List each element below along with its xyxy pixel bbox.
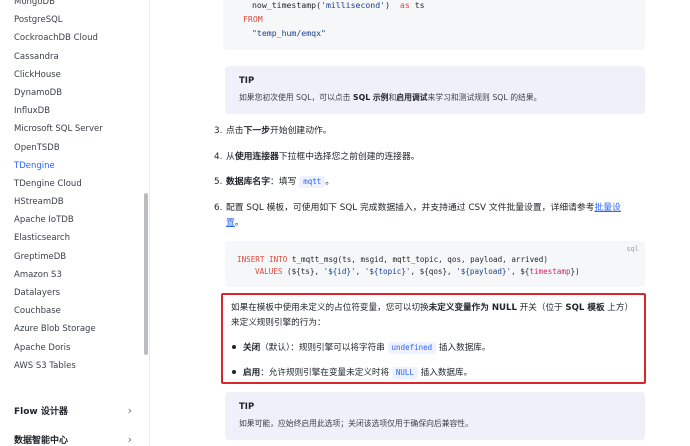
sidebar-item-couchbase[interactable]: Couchbase — [14, 302, 103, 320]
sidebar-item-dynamodb[interactable]: DynamoDB — [14, 84, 103, 102]
batch-settings-link[interactable]: 批量设 — [594, 203, 620, 213]
callout-bullet-on: 启用：允许规则引擎在变量未定义时将 NULL 插入数据库。 — [232, 366, 472, 380]
code-line: "temp_hum/emqx" — [252, 28, 326, 38]
sidebar-scrollbar[interactable] — [144, 193, 148, 355]
code-line: VALUES (${ts}, '${id}', '${topic}', ${qo… — [255, 267, 580, 276]
sidebar-item-opentsdb[interactable]: OpenTSDB — [14, 139, 103, 157]
tip-title: TIP — [239, 402, 255, 412]
tip-body: 如果可能，应始终启用此选项；关闭该选项仅用于确保向后兼容性。 — [239, 419, 473, 428]
step-5: 5. 数据库名字：填写 mqtt。 — [214, 176, 335, 188]
main-content: now_timestamp('millisecond') as ts FROM … — [151, 0, 690, 446]
inline-code-mqtt: mqtt — [299, 176, 326, 188]
sidebar-item-cassandra[interactable]: Cassandra — [14, 48, 103, 66]
tip-title: TIP — [239, 76, 255, 86]
sidebar-item-influxdb[interactable]: InfluxDB — [14, 102, 103, 120]
sidebar-item-azure-blob-storage[interactable]: Azure Blob Storage — [14, 320, 103, 338]
sidebar-group-data-intelligence[interactable]: 数据智能中心 › — [14, 430, 132, 446]
sidebar-item-amazon-s3[interactable]: Amazon S3 — [14, 266, 103, 284]
sidebar-item-tdengine-cloud[interactable]: TDengine Cloud — [14, 175, 103, 193]
callout-paragraph: 如果在模板中使用未定义的占位符变量，您可以切换未定义变量作为 NULL 开关（位… — [231, 303, 634, 313]
sidebar-item-greptimedb[interactable]: GreptimeDB — [14, 248, 103, 266]
highlighted-callout: 如果在模板中使用未定义的占位符变量，您可以切换未定义变量作为 NULL 开关（位… — [221, 293, 646, 384]
step-3: 3. 点击下一步开始创建动作。 — [214, 126, 332, 136]
sidebar-item-clickhouse[interactable]: ClickHouse — [14, 66, 103, 84]
code-line: INSERT INTO t_mqtt_msg(ts, msgid, mqtt_t… — [237, 255, 548, 264]
sidebar-item-apache-iotdb[interactable]: Apache IoTDB — [14, 211, 103, 229]
step-4: 4. 从使用连接器下拉框中选择您之前创建的连接器。 — [214, 152, 420, 162]
tip-body: 如果您初次使用 SQL，可以点击 SQL 示例和启用调试来学习和测试规则 SQL… — [239, 93, 542, 102]
code-line: FROM — [243, 14, 263, 24]
sidebar-item-apache-doris[interactable]: Apache Doris — [14, 339, 103, 357]
sidebar-group-flow-designer[interactable]: Flow 设计器 › — [14, 401, 132, 419]
code-block-insert-sql: sql INSERT INTO t_mqtt_msg(ts, msgid, mq… — [225, 241, 645, 287]
sidebar-item-tdengine[interactable]: TDengine — [14, 157, 103, 175]
callout-bullet-off: 关闭（默认）：规则引擎可以将字符串 undefined 插入数据库。 — [232, 341, 490, 355]
sidebar-item-elasticsearch[interactable]: Elasticsearch — [14, 229, 103, 247]
sidebar-list: MongoDB PostgreSQL CockroachDB Cloud Cassan… — [14, 0, 103, 375]
sidebar: MongoDB PostgreSQL CockroachDB Cloud Cassan… — [0, 0, 150, 446]
chevron-right-icon: › — [127, 403, 132, 417]
chevron-right-icon: › — [127, 432, 132, 446]
code-line: now_timestamp('millisecond') as ts — [252, 0, 425, 10]
sidebar-item-cockroachdb-cloud[interactable]: CockroachDB Cloud — [14, 29, 103, 47]
bullet-icon — [232, 369, 236, 374]
sidebar-item-hstreamdb[interactable]: HStreamDB — [14, 193, 103, 211]
step-6: 6. 配置 SQL 模板，可使用如下 SQL 完成数据插入，并支持通过 CSV 文… — [214, 203, 621, 213]
sidebar-item-mongodb[interactable]: MongoDB — [14, 0, 103, 11]
tip-box: TIP 如果可能，应始终启用此选项；关闭该选项仅用于确保向后兼容性。 — [225, 392, 645, 440]
sidebar-item-datalayers[interactable]: Datalayers — [14, 284, 103, 302]
batch-settings-link-cont[interactable]: 置 — [226, 218, 235, 228]
tip-box: TIP 如果您初次使用 SQL，可以点击 SQL 示例和启用调试来学习和测试规则… — [225, 66, 645, 114]
bullet-icon — [232, 344, 236, 349]
step-6-cont: 置。 — [226, 218, 244, 228]
sidebar-item-aws-s3-tables[interactable]: AWS S3 Tables — [14, 357, 103, 375]
code-block-rule-sql: now_timestamp('millisecond') as ts FROM … — [223, 0, 645, 50]
sidebar-group-label: 数据智能中心 — [14, 435, 69, 446]
inline-code-undefined: undefined — [387, 342, 437, 354]
code-lang-label: sql — [626, 245, 639, 253]
inline-code-null: NULL — [391, 367, 418, 379]
callout-paragraph-cont: 来定义规则引擎的行为： — [231, 318, 326, 328]
sidebar-item-postgresql[interactable]: PostgreSQL — [14, 11, 103, 29]
sidebar-group-label: Flow 设计器 — [14, 406, 68, 417]
sidebar-item-microsoft-sql-server[interactable]: Microsoft SQL Server — [14, 120, 103, 138]
